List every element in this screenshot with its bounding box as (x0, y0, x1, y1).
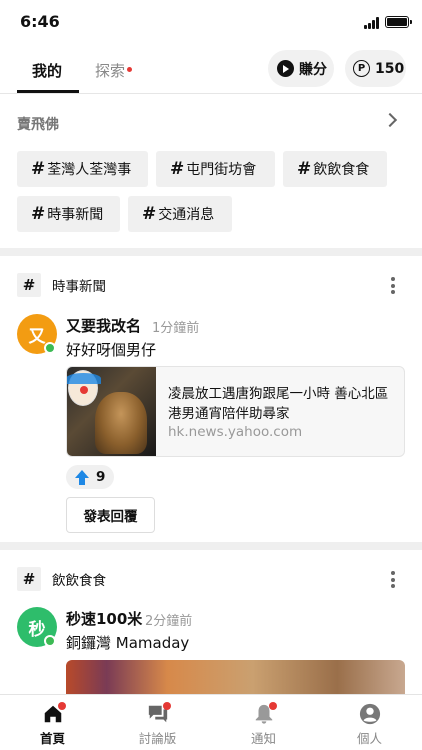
hashtag-icon: # (31, 159, 46, 179)
tag-label: 屯門街坊會 (186, 162, 257, 178)
user-icon (359, 703, 381, 725)
group-name: 時事新聞 (52, 279, 106, 295)
nav-badge (163, 702, 171, 710)
tab-explore[interactable]: 探索 (95, 60, 125, 81)
tag-label: 荃灣人荃灣事 (47, 162, 132, 178)
hashtag-icon: # (17, 273, 41, 297)
hashtag-icon: # (142, 204, 157, 224)
post-body: 銅鑼灣 Mamaday (66, 634, 190, 652)
nav-badge (58, 702, 66, 710)
nav-label: 討論版 (138, 731, 177, 746)
link-source: hk.news.yahoo.com (168, 424, 303, 440)
nav-forum[interactable]: 討論版 (105, 695, 210, 750)
status-time: 6:46 (20, 12, 60, 31)
points-value: 150 (375, 60, 405, 77)
tag-chip[interactable]: # 荃灣人荃灣事 (17, 151, 148, 187)
explore-notification-dot (127, 67, 132, 72)
tab-mine[interactable]: 我的 (32, 60, 62, 81)
nav-notifications[interactable]: 通知 (211, 695, 316, 750)
earn-label: 賺分 (299, 61, 327, 78)
tag-label: 時事新聞 (47, 207, 104, 223)
post-group-header[interactable]: # 時事新聞 (17, 273, 106, 297)
online-status-dot (44, 342, 56, 354)
section-divider (0, 248, 422, 256)
top-bar: 我的 探索 賺分 P 150 (0, 44, 422, 94)
bottom-nav: 首頁 討論版 通知 個人 (0, 694, 422, 750)
play-icon (277, 60, 294, 77)
earn-points-button[interactable]: 賺分 (268, 50, 334, 87)
section-divider (0, 542, 422, 550)
nav-profile[interactable]: 個人 (317, 695, 422, 750)
battery-icon (385, 16, 412, 28)
tag-label: 交通消息 (158, 207, 215, 223)
hashtag-icon: # (170, 159, 185, 179)
nav-badge (269, 702, 277, 710)
hashtag-icon: # (297, 159, 312, 179)
link-title: 凌晨放工遇唐狗跟尾一小時 善心北區港男通宵陪伴助尋家 (168, 386, 389, 422)
post-body: 好好呀個男仔 (66, 341, 157, 359)
post-time: 2分鐘前 (145, 614, 193, 629)
link-thumbnail (67, 367, 156, 456)
signal-icon (364, 17, 382, 29)
vote-count: 9 (96, 469, 106, 485)
nav-label: 首頁 (39, 731, 65, 746)
hashtag-icon: # (31, 204, 46, 224)
points-balance-button[interactable]: P 150 (345, 50, 406, 87)
post-time: 1分鐘前 (152, 321, 200, 336)
upvote-button[interactable]: 9 (66, 465, 114, 489)
nav-label: 個人 (356, 731, 382, 746)
tag-chip[interactable]: # 交通消息 (128, 196, 232, 232)
link-preview-card[interactable]: 凌晨放工遇唐狗跟尾一小時 善心北區港男通宵陪伴助尋家 hk.news.yahoo… (66, 366, 405, 457)
post-group-header[interactable]: # 飲飲食食 (17, 567, 106, 591)
nav-label: 通知 (250, 731, 276, 746)
chevron-right-icon[interactable] (382, 112, 398, 128)
dog-image (95, 392, 147, 454)
more-options-icon[interactable] (391, 571, 395, 588)
tag-chip[interactable]: # 飲飲食食 (283, 151, 387, 187)
more-options-icon[interactable] (391, 277, 395, 294)
tag-chip[interactable]: # 時事新聞 (17, 196, 120, 232)
reply-button[interactable]: 發表回覆 (66, 497, 155, 533)
tag-label: 飲飲食食 (313, 162, 370, 178)
featured-section-title: 賣飛佛 (17, 117, 59, 133)
post-author[interactable]: 秒速100米 (66, 608, 142, 629)
upvote-arrow-icon (75, 469, 89, 485)
hashtag-icon: # (17, 567, 41, 591)
online-status-dot (44, 635, 56, 647)
nav-home[interactable]: 首頁 (0, 695, 105, 750)
tag-chip[interactable]: # 屯門街坊會 (156, 151, 275, 187)
active-tab-indicator (17, 90, 79, 93)
group-name: 飲飲食食 (52, 573, 106, 589)
clown-emoji-icon (67, 370, 101, 406)
points-icon: P (353, 60, 370, 77)
status-bar: 6:46 (0, 0, 422, 44)
post-author[interactable]: 又要我改名 (66, 315, 141, 336)
